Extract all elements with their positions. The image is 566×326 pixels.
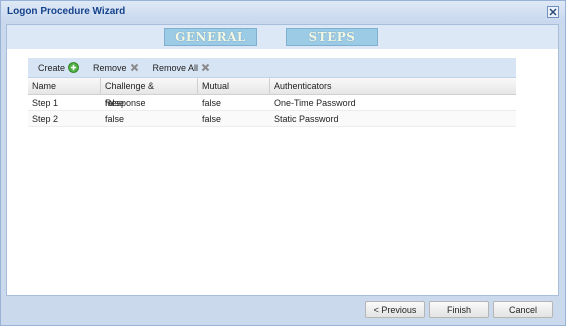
cross-icon: [201, 63, 210, 72]
wizard-window: Logon Procedure Wizard GENERAL STEPS Cre…: [0, 0, 566, 326]
tab-general[interactable]: GENERAL: [164, 28, 257, 46]
tabs-bar: GENERAL STEPS: [7, 25, 558, 49]
remove-all-label: Remove All: [152, 62, 199, 73]
cell-name: Step 1: [32, 98, 59, 108]
grid-header: Name Challenge & Response Mutual Authent…: [28, 78, 516, 108]
title-bar[interactable]: Logon Procedure Wizard: [1, 1, 565, 23]
column-header-mutual[interactable]: Mutual: [198, 78, 270, 95]
remove-label: Remove: [93, 62, 127, 73]
cell-authenticators: Static Password: [274, 114, 339, 124]
cell-name: Step 2: [32, 114, 59, 124]
finish-button[interactable]: Finish: [429, 301, 489, 318]
cross-icon: [130, 63, 139, 72]
steps-grid: Name Challenge & Response Mutual Authent…: [28, 78, 516, 127]
close-icon: [549, 8, 557, 16]
remove-button[interactable]: Remove: [93, 63, 139, 73]
create-label: Create: [38, 62, 66, 73]
cell-mutual: false: [202, 114, 222, 124]
cell-authenticators: One-Time Password: [274, 98, 356, 108]
tab-steps[interactable]: STEPS: [286, 28, 378, 46]
close-button[interactable]: [547, 6, 559, 18]
table-row[interactable]: Step 2 false false Static Password: [28, 111, 516, 127]
remove-all-button[interactable]: Remove All: [153, 63, 211, 73]
add-circle-icon: [68, 62, 79, 73]
cell-challenge-response: false: [105, 98, 125, 108]
cell-mutual: false: [202, 98, 222, 108]
cell-challenge-response: false: [105, 114, 125, 124]
column-header-authenticators[interactable]: Authenticators: [270, 78, 516, 95]
table-row[interactable]: Step 1 false false One-Time Password: [28, 95, 516, 111]
column-header-challenge-response[interactable]: Challenge & Response: [101, 78, 198, 108]
previous-button[interactable]: < Previous: [365, 301, 425, 318]
window-title: Logon Procedure Wizard: [7, 6, 126, 17]
create-button[interactable]: Create: [38, 62, 79, 73]
column-header-name[interactable]: Name: [28, 78, 101, 95]
cancel-button[interactable]: Cancel: [493, 301, 553, 318]
steps-toolbar: Create Remove Remove All: [28, 58, 516, 78]
